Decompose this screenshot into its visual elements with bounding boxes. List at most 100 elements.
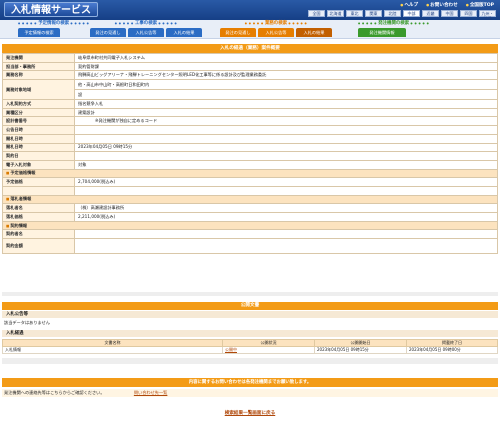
table-row: 業種区分 建築設計: [2, 107, 498, 118]
national-top-link[interactable]: 全国版TOP: [466, 2, 494, 8]
help-link[interactable]: ヘルプ: [400, 2, 418, 8]
row-label: 電子入札対象: [2, 159, 75, 170]
nav-group-title: 発注機関の検索: [358, 21, 429, 27]
table-row: [2, 185, 498, 196]
header-bar: 入札情報サービス ヘルプ お問い合わせ 全国版TOP 全国 北海道 東北 関東 …: [0, 0, 500, 21]
doc-status-link[interactable]: 公開中: [225, 347, 237, 352]
tab-construction-notice[interactable]: 入札公告等: [128, 28, 164, 37]
region-tab[interactable]: 中国: [441, 10, 458, 17]
section-row-winner: 落札者情報: [2, 194, 498, 205]
region-selector: 全国 北海道 東北 関東 北陸 中部 近畿 中国 四国 九州・沖縄: [308, 10, 496, 21]
region-tab[interactable]: 中部: [403, 10, 420, 17]
table-row: 設計書番号 ※発注機関が独自に定めるコード: [2, 116, 498, 127]
table-row: 開札日時: [2, 133, 498, 144]
nav-group-construction: 工事の検索 発注の見通し 入札公告等 入札の結果: [90, 21, 202, 37]
region-tab[interactable]: 近畿: [422, 10, 439, 17]
row-value: 2,704,000(税込み): [74, 177, 498, 187]
column-header: 公開状況: [222, 339, 315, 347]
row-value: 指名競争入札: [74, 99, 498, 109]
region-tab[interactable]: 四国: [460, 10, 477, 17]
column-header: 掲載終了日: [406, 339, 498, 347]
row-label: 担当部・事務所: [2, 61, 75, 72]
row-label: 予定価格: [2, 177, 75, 187]
row-value: 飛騨高山ビッグアリーナ・飛騨トレーニングセンター照明LED化工事等に係る設計及び…: [74, 70, 498, 81]
contact-list-link[interactable]: 問い合わせ先一覧: [134, 390, 168, 395]
table-row: 契約金額: [2, 238, 498, 255]
section-title: 契約情報: [2, 220, 498, 231]
row-value: 契約管財課: [74, 61, 498, 72]
row-label: 業務名称: [2, 70, 75, 81]
row-label: 入札契約方式: [2, 99, 75, 109]
doc-name: 入札情報: [2, 346, 223, 354]
row-label: 契約日: [2, 151, 75, 161]
nav-group-service: 業務の検索 発注の見通し 入札公告等 入札の結果: [220, 21, 332, 37]
nav-group-title: 工事の検索: [90, 21, 202, 27]
column-header: 文書名称: [2, 339, 223, 347]
row-value: 設: [74, 89, 498, 101]
row-label: 開札日時: [2, 142, 75, 153]
back-row: 検索結果一覧画面に戻る: [0, 410, 500, 416]
region-tab[interactable]: 関東: [365, 10, 382, 17]
row-value: [74, 238, 498, 255]
region-tab[interactable]: 東北: [346, 10, 363, 17]
section-row-contract: 契約情報: [2, 220, 498, 231]
contact-link[interactable]: お問い合わせ: [426, 2, 458, 8]
site-logo[interactable]: 入札情報サービス: [4, 2, 98, 17]
tab-agency-info[interactable]: 発注機関情報: [358, 28, 406, 37]
notice-empty-text: 該当データはありません: [4, 320, 50, 325]
row-label: 設計書番号: [2, 116, 75, 127]
row-value: 2023年04月05日 09時15分: [74, 142, 498, 153]
region-tab[interactable]: 北海道: [327, 10, 344, 17]
tab-schedule-search[interactable]: 予定情報の検索: [18, 28, 60, 37]
tab-service-outlook[interactable]: 発注の見通し: [220, 28, 256, 37]
tab-construction-outlook[interactable]: 発注の見通し: [90, 28, 126, 37]
row-value: [74, 125, 498, 135]
tab-service-notice[interactable]: 入札公告等: [258, 28, 294, 37]
row-label: 業務対象地域: [2, 79, 75, 101]
search-nav: 予定情報の検索 予定情報の検索 工事の検索 発注の見通し 入札公告等 入札の結果…: [0, 20, 500, 39]
table-row: 入札情報 公開中 2023年04月05日 09時15分 2023年04月05日 …: [2, 346, 498, 354]
row-label: 落札者名: [2, 203, 75, 213]
header-links: ヘルプ お問い合わせ 全国版TOP: [400, 2, 494, 8]
table-row: 落札価格 2,211,000(税込み): [2, 212, 498, 222]
row-label: 開札日時: [2, 133, 75, 144]
row-label: [2, 185, 75, 196]
page-title: 入札の経過（業務）案件概要: [2, 44, 498, 53]
docs-title: 公開文書: [2, 302, 498, 310]
table-row: 業務名称 飛騨高山ビッグアリーナ・飛騨トレーニングセンター照明LED化工事等に係る…: [2, 70, 498, 81]
region-tab[interactable]: 九州・沖縄: [479, 10, 496, 21]
row-value: （株）高瀬建設計事務所: [74, 203, 498, 213]
nav-group-schedule: 予定情報の検索 予定情報の検索: [18, 21, 89, 37]
row-label: 発注機関: [2, 53, 75, 63]
row-value: 対象: [74, 159, 498, 170]
nav-group-title: 業務の検索: [220, 21, 332, 27]
section-title: 予定価格情報: [2, 168, 498, 179]
row-label: 公告日時: [2, 125, 75, 135]
row-label: 契約金額: [2, 238, 75, 255]
row-value: [74, 185, 498, 196]
table-row: 開札日時 2023年04月05日 09時15分: [2, 142, 498, 153]
row-value: [74, 133, 498, 144]
table-row: 予定価格 2,704,000(税込み): [2, 177, 498, 187]
row-value: 2,211,000(税込み): [74, 212, 498, 222]
row-value: 他・高山市中山町・高根町日和田町内: [74, 79, 498, 91]
back-to-results-link[interactable]: 検索結果一覧画面に戻る: [225, 411, 276, 416]
row-value: ※発注機関が独自に定めるコード: [74, 116, 498, 127]
detail-table: 発注機関 岐阜県市町村共同電子入札システム 担当部・事務所 契約管財課 業務名称 飛騨…: [2, 53, 498, 255]
contact-row: 発注機関への連絡先等はこちらからご確認ください。 問い合わせ先一覧: [2, 389, 498, 397]
table-row: 設: [3, 89, 498, 101]
table-row: 公告日時: [2, 125, 498, 135]
section-title: 落札者情報: [2, 194, 498, 205]
row-label: 落札価格: [2, 212, 75, 222]
table-row: 発注機関 岐阜県市町村共同電子入札システム: [2, 53, 498, 63]
tab-construction-result[interactable]: 入札の結果: [166, 28, 202, 37]
row-label: 契約者名: [2, 229, 75, 240]
divider: [2, 292, 498, 296]
region-tab[interactable]: 北陸: [384, 10, 401, 17]
section-row-price: 予定価格情報: [2, 168, 498, 179]
doc-end: 2023年04月05日 09時00分: [406, 346, 498, 354]
tab-service-result[interactable]: 入札の結果: [296, 28, 332, 37]
contact-text: 発注機関への連絡先等はこちらからご確認ください。: [4, 390, 105, 395]
region-tab[interactable]: 全国: [308, 10, 325, 17]
divider: [2, 358, 498, 364]
